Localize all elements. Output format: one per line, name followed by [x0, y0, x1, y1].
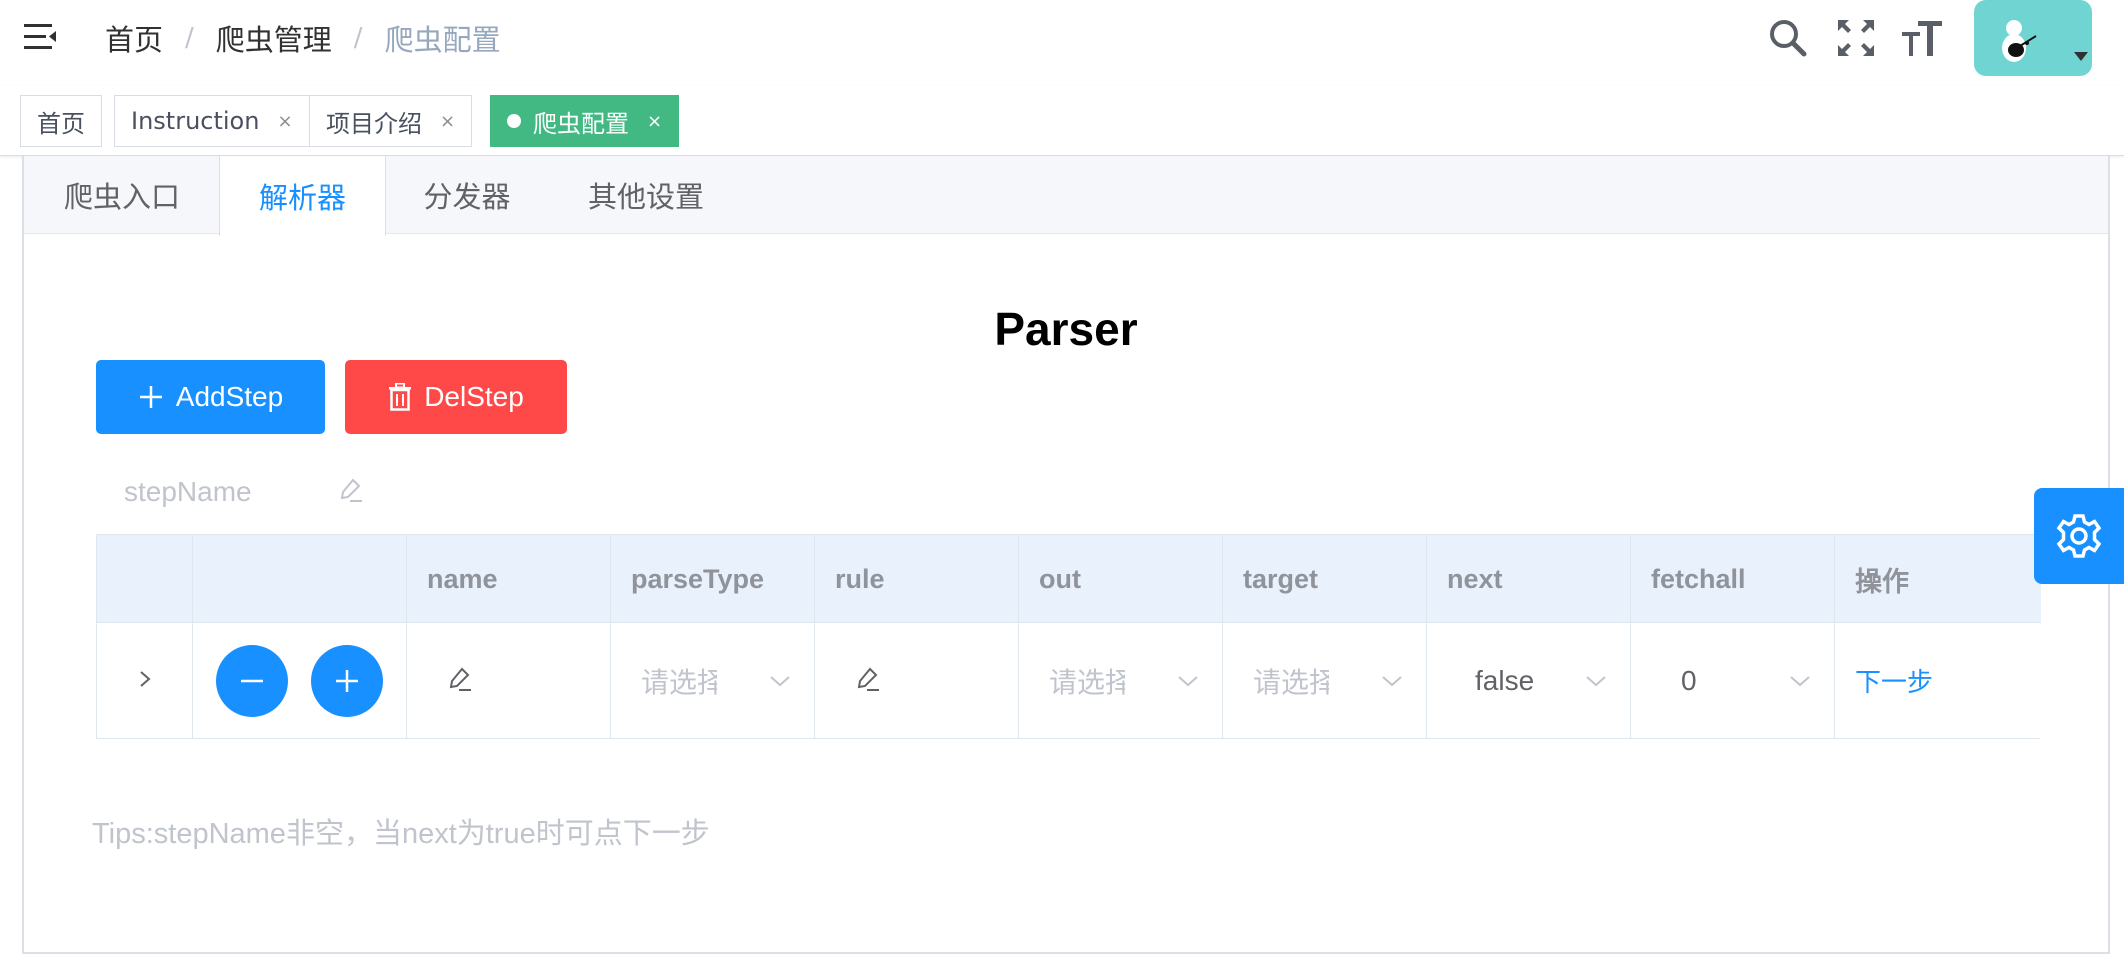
- tag-instruction[interactable]: Instruction ×: [114, 95, 310, 147]
- minus-icon: [241, 679, 263, 682]
- edit-icon[interactable]: [855, 666, 881, 696]
- fetchall-value: 0: [1681, 664, 1697, 696]
- expand-cell: [97, 623, 193, 738]
- tabs-header: 爬虫入口 解析器 分发器 其他设置: [24, 156, 2108, 236]
- column-header-action: 操作: [1855, 566, 1909, 597]
- tag-project-intro[interactable]: 项目介绍 ×: [309, 95, 473, 147]
- column-header-fetchall: fetchall: [1631, 535, 1835, 623]
- breadcrumb: 首页 / 爬虫管理 / 爬虫配置: [105, 18, 501, 58]
- tab-parser[interactable]: 解析器: [219, 156, 386, 236]
- fullscreen-icon[interactable]: [1834, 16, 1878, 60]
- next-cell: false: [1427, 623, 1631, 738]
- target-select[interactable]: 请选择: [1253, 657, 1403, 705]
- chevron-right-icon[interactable]: [138, 669, 152, 693]
- next-step-link[interactable]: 下一步: [1835, 662, 1933, 699]
- column-header-expand: [97, 535, 193, 623]
- trash-icon: [389, 383, 412, 411]
- chevron-down-icon: [770, 675, 790, 686]
- out-select[interactable]: 请选择: [1049, 657, 1199, 705]
- column-header-parsetype: parseType: [611, 535, 815, 623]
- breadcrumb-item-crawler-config: 爬虫配置: [384, 23, 501, 57]
- add-step-label: AddStep: [175, 381, 284, 412]
- chevron-down-icon: [1790, 675, 1810, 686]
- plus-icon: [336, 669, 358, 692]
- rule-cell: [815, 623, 1019, 738]
- edit-icon[interactable]: [338, 477, 364, 507]
- next-select[interactable]: false: [1457, 657, 1607, 705]
- target-cell: 请选择: [1223, 623, 1427, 738]
- stepname-input[interactable]: [98, 476, 338, 508]
- next-value: false: [1475, 664, 1535, 696]
- chevron-down-icon: [1586, 675, 1606, 686]
- tag-crawler-config[interactable]: 爬虫配置 ×: [490, 95, 680, 147]
- hamburger-icon[interactable]: [20, 20, 60, 54]
- plus-icon: [139, 386, 162, 408]
- tab-other-settings[interactable]: 其他设置: [548, 156, 744, 234]
- breadcrumb-separator: /: [185, 23, 194, 53]
- table-row: 请选择 请选择 请选择 false 0 下一步: [97, 623, 2041, 738]
- navbar: 首页 / 爬虫管理 / 爬虫配置: [0, 0, 2124, 86]
- close-icon[interactable]: ×: [277, 111, 292, 132]
- config-card: 爬虫入口 解析器 分发器 其他设置 Parser AddStep DelStep: [22, 156, 2110, 954]
- settings-panel-toggle[interactable]: [2034, 488, 2124, 584]
- breadcrumb-item-crawler-management[interactable]: 爬虫管理: [216, 17, 332, 59]
- add-step-button[interactable]: AddStep: [96, 360, 325, 434]
- tag-home[interactable]: 首页: [20, 95, 102, 147]
- avatar[interactable]: [1974, 0, 2092, 76]
- step-controls-cell: [193, 623, 407, 738]
- table-header: name parseType rule out target next fetc…: [97, 535, 2041, 623]
- steps-table: name parseType rule out target next fetc…: [96, 534, 2041, 739]
- font-size-icon[interactable]: [1900, 16, 1944, 60]
- out-placeholder: 请选择: [1049, 666, 1125, 698]
- user-dropdown-caret-icon[interactable]: [2074, 52, 2088, 61]
- column-header-next: next: [1427, 535, 1631, 623]
- tab-dispatcher[interactable]: 分发器: [386, 156, 548, 234]
- tag-label: 项目介绍: [326, 109, 422, 138]
- delete-step-label: DelStep: [424, 381, 524, 412]
- search-icon[interactable]: [1766, 16, 1810, 60]
- gear-icon: [2056, 514, 2102, 558]
- remove-row-button[interactable]: [216, 644, 288, 717]
- stepname-field: [98, 468, 398, 516]
- breadcrumb-item-home[interactable]: 首页: [105, 17, 163, 59]
- fetchall-cell: 0: [1631, 623, 1835, 738]
- active-dot-icon: [507, 114, 521, 128]
- tag-label: Instruction: [131, 107, 260, 135]
- breadcrumb-separator: /: [353, 23, 363, 53]
- delete-step-button[interactable]: DelStep: [345, 360, 567, 434]
- tips-text: Tips:stepName非空，当next为true时可点下一步: [92, 818, 710, 850]
- chevron-down-icon: [1382, 675, 1402, 686]
- fetchall-select[interactable]: 0: [1661, 657, 1811, 705]
- parsetype-select[interactable]: 请选择: [641, 657, 791, 705]
- chevron-down-icon: [1178, 675, 1198, 686]
- close-icon[interactable]: ×: [647, 111, 662, 132]
- column-header-rule: rule: [815, 535, 1019, 623]
- target-placeholder: 请选择: [1253, 666, 1329, 698]
- add-row-button[interactable]: [311, 644, 383, 717]
- tab-crawler-entry[interactable]: 爬虫入口: [24, 156, 220, 234]
- tags-view: 首页 Instruction × 项目介绍 × 爬虫配置 ×: [0, 86, 2124, 156]
- tag-label: 首页: [37, 109, 85, 138]
- edit-icon[interactable]: [447, 666, 473, 696]
- column-header-target: target: [1223, 535, 1427, 623]
- action-cell: 下一步: [1835, 623, 2039, 738]
- close-icon[interactable]: ×: [440, 111, 455, 132]
- column-header-out: out: [1019, 535, 1223, 623]
- page-title: Parser: [994, 303, 1138, 355]
- tag-label: 爬虫配置: [533, 109, 629, 138]
- parsetype-cell: 请选择: [611, 623, 815, 738]
- parsetype-placeholder: 请选择: [641, 666, 717, 698]
- column-header-name: name: [407, 535, 611, 623]
- out-cell: 请选择: [1019, 623, 1223, 738]
- column-header-controls: [193, 535, 407, 623]
- name-cell: [407, 623, 611, 738]
